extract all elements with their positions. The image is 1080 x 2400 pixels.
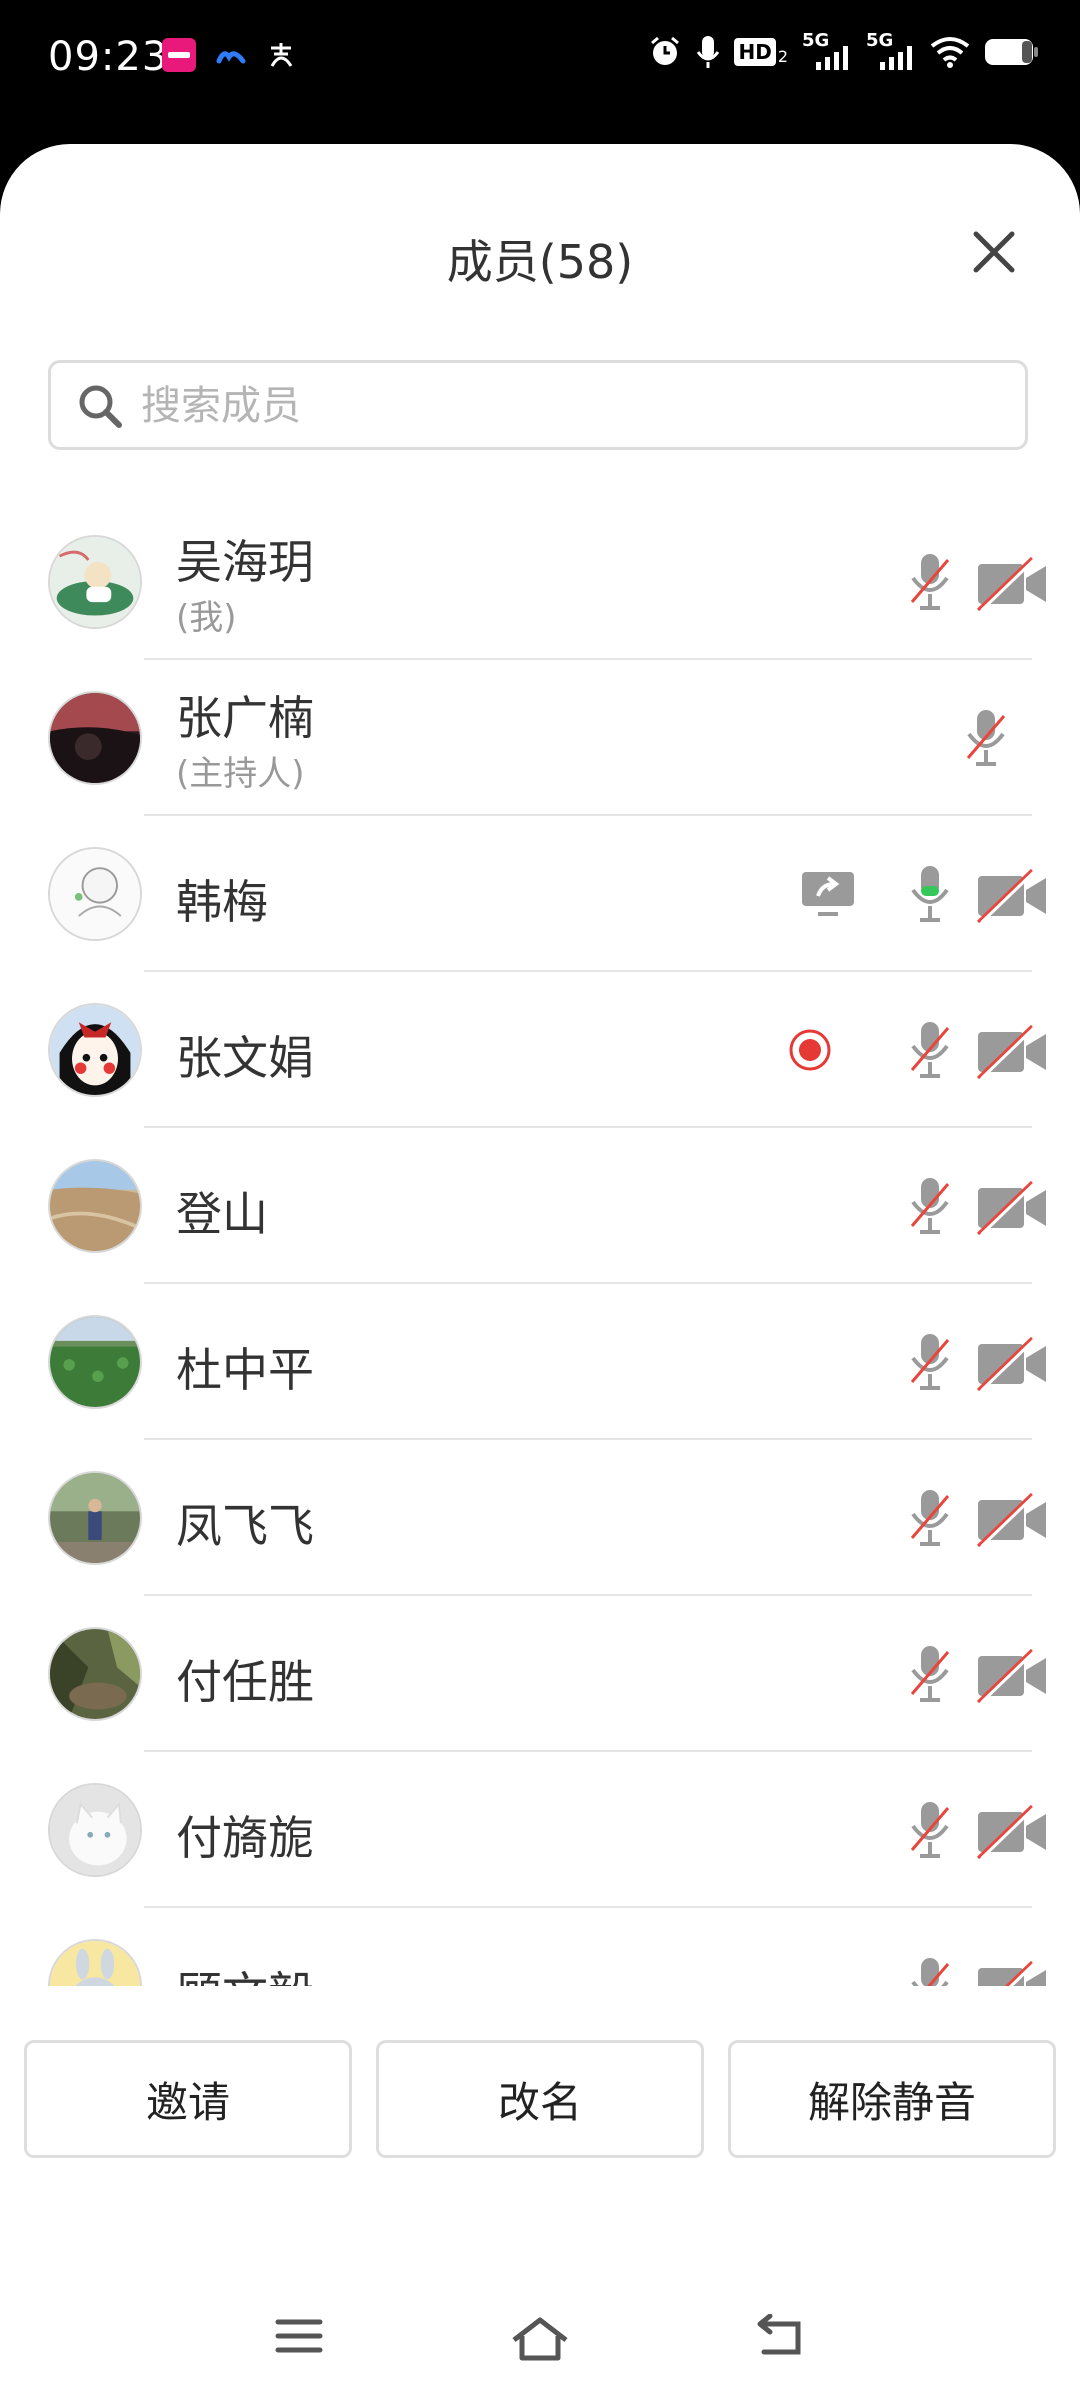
- invite-button[interactable]: 邀请: [24, 2040, 352, 2158]
- mic-muted-icon[interactable]: [908, 1488, 952, 1552]
- member-name: 张广楠: [176, 691, 314, 745]
- signal-5g-1-icon: 5G: [802, 30, 852, 70]
- avatar: [48, 847, 142, 941]
- signal-5g-2-icon: 5G: [866, 30, 916, 70]
- wifi-icon: [930, 37, 970, 68]
- menu-icon[interactable]: [274, 2314, 324, 2358]
- camera-off-icon[interactable]: [976, 1960, 1048, 1986]
- hd-sub: 2: [777, 47, 788, 66]
- home-icon[interactable]: [510, 2314, 570, 2364]
- member-role: (主持人): [176, 754, 305, 794]
- member-row[interactable]: 顾文毅: [0, 1908, 1080, 1986]
- mic-muted-icon[interactable]: [908, 1644, 952, 1708]
- member-row[interactable]: 韩梅: [0, 816, 1080, 972]
- camera-off-icon[interactable]: [976, 1648, 1048, 1708]
- member-row[interactable]: 付任胜: [0, 1596, 1080, 1752]
- back-icon[interactable]: [754, 2314, 806, 2360]
- camera-off-icon[interactable]: [976, 1336, 1048, 1396]
- avatar: [48, 1783, 142, 1877]
- member-name: 吴海玥: [176, 535, 314, 589]
- alipay-icon: [270, 43, 293, 67]
- members-sheet: 成员(58) 吴海玥 (我) 张广楠 (主持人) 韩梅张文娟登山杜中平凤飞飞付任胜付旖旎…: [0, 144, 1080, 2400]
- member-name: 顾文毅: [176, 1958, 314, 1986]
- member-name: 登山: [176, 1187, 268, 1241]
- member-list: 吴海玥 (我) 张广楠 (主持人) 韩梅张文娟登山杜中平凤飞飞付任胜付旖旎顾文毅: [0, 504, 1080, 1986]
- mic-muted-icon[interactable]: [908, 1020, 952, 1084]
- avatar: [48, 1003, 142, 1097]
- camera-off-icon[interactable]: [976, 868, 1048, 928]
- cloud-icon: [216, 51, 246, 64]
- camera-off-icon[interactable]: [976, 1492, 1048, 1552]
- search-icon: [79, 385, 122, 428]
- camera-off-icon[interactable]: [976, 556, 1048, 616]
- member-name: 韩梅: [176, 875, 268, 929]
- member-row[interactable]: 吴海玥 (我): [0, 504, 1080, 660]
- member-row[interactable]: 张广楠 (主持人): [0, 660, 1080, 816]
- member-row[interactable]: 付旖旎: [0, 1752, 1080, 1908]
- status-right-icons: HD 2 5G 5G: [648, 30, 1040, 70]
- mic-on-icon[interactable]: [908, 864, 952, 928]
- member-name: 杜中平: [176, 1343, 314, 1397]
- hd-icon: HD 2: [734, 38, 788, 66]
- close-icon[interactable]: [968, 226, 1020, 278]
- avatar: [48, 691, 142, 785]
- camera-off-icon[interactable]: [976, 1804, 1048, 1864]
- status-left-icons: [162, 38, 296, 72]
- member-name: 张文娟: [176, 1031, 314, 1085]
- battery-icon: [985, 39, 1038, 65]
- search-input[interactable]: [139, 363, 1003, 449]
- status-time: 09:23: [48, 34, 169, 80]
- camera-off-icon[interactable]: [976, 1024, 1048, 1084]
- member-name: 付旖旎: [176, 1811, 314, 1865]
- member-row[interactable]: 登山: [0, 1128, 1080, 1284]
- avatar: [48, 535, 142, 629]
- mic-muted-icon[interactable]: [908, 1332, 952, 1396]
- nav-bar: [0, 2300, 1080, 2380]
- member-role: (我): [176, 598, 237, 638]
- mic-muted-icon[interactable]: [908, 552, 952, 616]
- rename-button[interactable]: 改名: [376, 2040, 704, 2158]
- avatar: [48, 1315, 142, 1409]
- status-bar: 09:23 HD 2 5G 5G: [0, 0, 1080, 140]
- avatar: [48, 1159, 142, 1253]
- member-name: 付任胜: [176, 1655, 314, 1709]
- app-badge-icon: [162, 38, 196, 72]
- mic-icon: [697, 36, 720, 68]
- camera-off-icon[interactable]: [976, 1180, 1048, 1240]
- recording-icon: [788, 1028, 832, 1076]
- avatar: [48, 1627, 142, 1721]
- member-row[interactable]: 张文娟: [0, 972, 1080, 1128]
- page-title: 成员(58): [446, 235, 634, 289]
- member-row[interactable]: 凤飞飞: [0, 1440, 1080, 1596]
- avatar: [48, 1471, 142, 1565]
- screen-share-icon: [800, 870, 856, 924]
- alarm-icon: [651, 36, 680, 65]
- member-row[interactable]: 杜中平: [0, 1284, 1080, 1440]
- member-name: 凤飞飞: [176, 1499, 314, 1553]
- mic-muted-icon[interactable]: [908, 1956, 952, 1986]
- avatar: [48, 1939, 142, 1986]
- mic-muted-icon[interactable]: [908, 1800, 952, 1864]
- mic-muted-icon[interactable]: [908, 1176, 952, 1240]
- search-box[interactable]: [48, 360, 1028, 450]
- footer-buttons: 邀请 改名 解除静音: [24, 2040, 1056, 2158]
- unmute-button[interactable]: 解除静音: [728, 2040, 1056, 2158]
- mic-muted-icon[interactable]: [964, 708, 1008, 772]
- hd-text: HD: [734, 38, 776, 66]
